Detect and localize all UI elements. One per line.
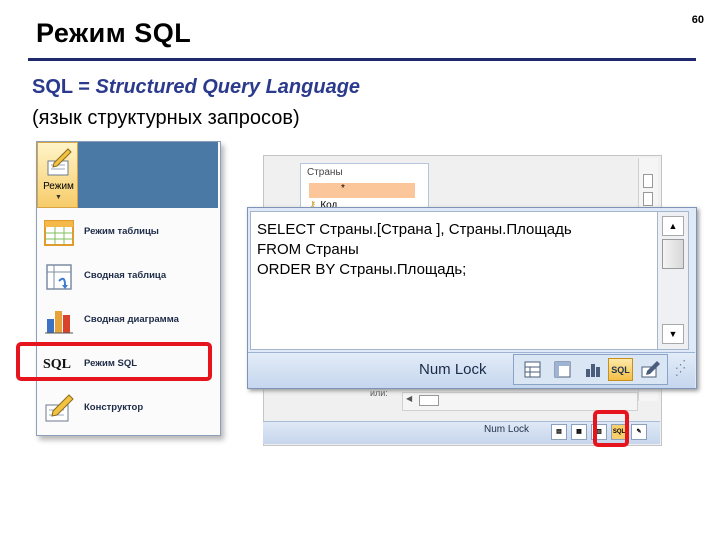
slide-number: 60 bbox=[691, 14, 704, 26]
table-field-all[interactable]: * bbox=[309, 183, 415, 198]
subtitle-prefix: SQL = bbox=[32, 76, 96, 98]
pivot-view-icon[interactable] bbox=[550, 358, 575, 381]
num-lock-small: Num Lock bbox=[484, 424, 530, 435]
datasheet-view-icon[interactable] bbox=[520, 358, 545, 381]
design-view-button-small[interactable]: ✎ bbox=[631, 424, 647, 440]
header-rule bbox=[28, 58, 696, 61]
scroll-up-icon[interactable]: ▲ bbox=[662, 216, 684, 236]
sql-line: FROM Страны bbox=[257, 241, 359, 258]
ribbon-strip bbox=[78, 142, 218, 208]
pivot-chart-icon bbox=[45, 311, 73, 334]
menu-label-pivot-table: Сводная таблица bbox=[84, 270, 167, 281]
design-view-icon[interactable] bbox=[638, 358, 663, 381]
subtitle-russian: (язык структурных запросов) bbox=[32, 107, 300, 129]
menu-item-datasheet[interactable]: Режим таблицы bbox=[37, 211, 218, 255]
datasheet-view-icon[interactable]: ▤ bbox=[551, 424, 567, 440]
scroll-thumb[interactable] bbox=[662, 239, 684, 269]
menu-item-design-view[interactable]: Конструктор bbox=[37, 387, 218, 431]
pivot-table-icon bbox=[46, 264, 72, 290]
table-box-title: Страны bbox=[307, 167, 343, 178]
sql-line: ORDER BY Страны.Площадь; bbox=[257, 261, 467, 278]
sql-editor[interactable]: SELECT Страны.[Страна ], Страны.Площадь … bbox=[250, 211, 658, 350]
pivot-view-icon[interactable]: ▦ bbox=[571, 424, 587, 440]
scroll-down-icon[interactable]: ▼ bbox=[662, 324, 684, 344]
menu-label-datasheet: Режим таблицы bbox=[84, 226, 159, 237]
subtitle: SQL = Structured Query Language bbox=[32, 76, 360, 99]
menu-item-pivot-chart[interactable]: Сводная диаграмма bbox=[37, 299, 218, 343]
view-mode-label: Режим bbox=[43, 181, 74, 192]
design-view-icon bbox=[45, 394, 74, 422]
design-pencil-icon bbox=[47, 148, 72, 176]
sql-view-button[interactable]: SQL bbox=[608, 358, 633, 381]
sql-line: SELECT Страны.[Страна ], Страны.Площадь bbox=[257, 221, 572, 238]
table-view-icon bbox=[44, 220, 74, 246]
menu-item-pivot-table[interactable]: Сводная таблица bbox=[37, 255, 218, 299]
slide-title: Режим SQL bbox=[36, 18, 192, 48]
view-mode-button[interactable]: Режим ▼ bbox=[37, 142, 78, 208]
menu-label-pivot-chart: Сводная диаграмма bbox=[84, 314, 179, 325]
sql-button-highlight bbox=[593, 410, 629, 447]
horizontal-scrollbar[interactable]: ◀ bbox=[402, 392, 638, 411]
chevron-down-icon: ▼ bbox=[55, 194, 62, 201]
view-switcher: SQL bbox=[513, 354, 668, 385]
criteria-or-label: или: bbox=[370, 388, 388, 398]
menu-label-design-view: Конструктор bbox=[84, 402, 144, 413]
num-lock-indicator: Num Lock bbox=[419, 361, 487, 378]
sql-editor-scrollbar[interactable]: ▲ ▼ bbox=[657, 211, 689, 350]
sql-menu-highlight bbox=[16, 342, 212, 381]
subtitle-term: Structured Query Language bbox=[95, 76, 361, 98]
pivot-chart-view-icon[interactable] bbox=[580, 358, 605, 381]
resize-grip-icon[interactable]: ⋰ ⋰ bbox=[675, 360, 693, 378]
